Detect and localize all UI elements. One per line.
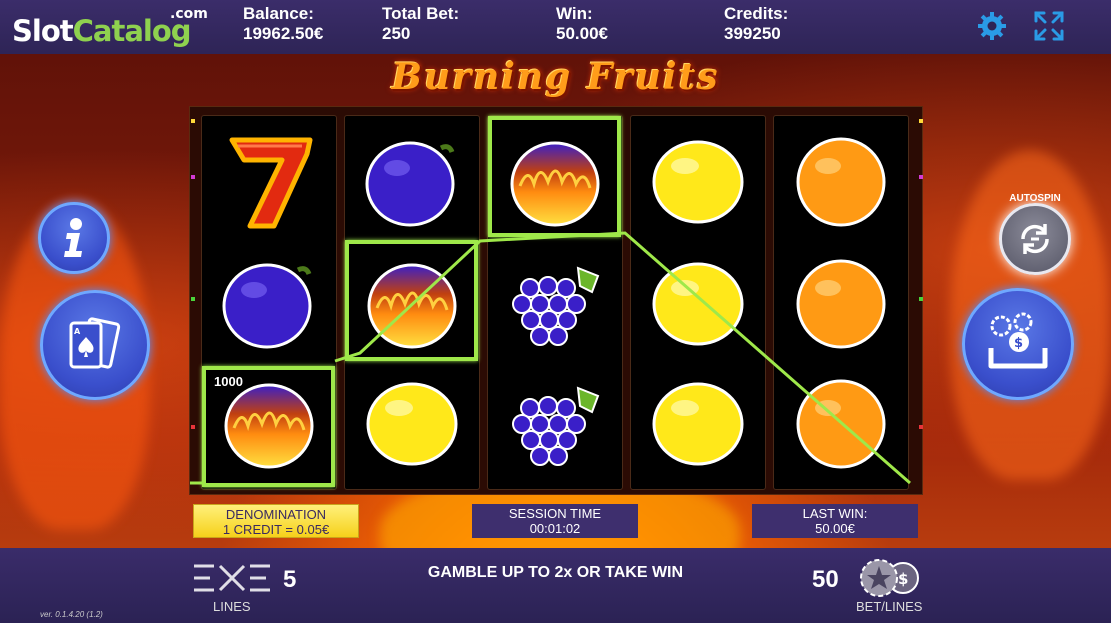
slotcatalog-logo[interactable]: SlotCatalog .com xyxy=(12,6,208,48)
info-icon xyxy=(64,218,82,257)
winning-symbol-highlight xyxy=(488,116,621,237)
credits-stat: Credits: 399250 xyxy=(724,4,788,44)
game-title: Burning Fruits xyxy=(391,56,720,98)
last-win-value: 50.00€ xyxy=(815,521,855,536)
coin-stack-icon: $ xyxy=(988,312,1048,369)
svg-text:$: $ xyxy=(898,570,908,588)
bet-selector[interactable]: $ xyxy=(857,558,923,603)
win-stat: Win: 50.00€ xyxy=(556,4,608,44)
autospin-icon xyxy=(1021,224,1049,254)
autospin-button[interactable] xyxy=(999,203,1071,275)
credits-value: 399250 xyxy=(724,24,781,43)
top-bar: SlotCatalog .com Balance: 19962.50€ Tota… xyxy=(0,0,1111,54)
fullscreen-icon xyxy=(1034,11,1064,41)
bet-per-line-value: 50 xyxy=(812,566,839,593)
winning-symbol-highlight: 1000 xyxy=(202,366,335,487)
line-marker xyxy=(919,297,923,301)
totalbet-value: 250 xyxy=(382,24,411,43)
bottom-bar xyxy=(0,548,1111,623)
balance-value: 19962.50€ xyxy=(243,24,324,43)
denomination-label: DENOMINATION xyxy=(225,507,327,522)
win-label: Win: xyxy=(556,4,593,23)
lines-label: LINES xyxy=(213,599,251,614)
credits-label: Credits: xyxy=(724,4,789,23)
settings-button[interactable] xyxy=(975,9,1009,43)
fullscreen-button[interactable] xyxy=(1032,9,1066,43)
denomination-panel[interactable]: DENOMINATION 1 CREDIT = 0.05€ xyxy=(193,504,359,538)
balance-label: Balance: xyxy=(243,4,314,23)
autospin-label: AUTOSPIN xyxy=(1009,193,1061,204)
bet-per-line-label: BET/LINES xyxy=(856,599,923,614)
svg-text:$: $ xyxy=(1014,336,1023,351)
denomination-value: 1 CREDIT = 0.05€ xyxy=(222,522,330,537)
balance-stat: Balance: 19962.50€ xyxy=(243,4,323,44)
last-win-label: LAST WIN: xyxy=(802,506,868,521)
playing-cards-icon: A xyxy=(69,317,121,369)
logo-suffix: .com xyxy=(170,6,208,22)
gear-icon xyxy=(978,12,1006,40)
line-marker xyxy=(919,425,923,429)
session-time-value: 00:01:02 xyxy=(529,521,581,536)
line-marker xyxy=(919,175,923,179)
paytable-button[interactable]: A xyxy=(40,290,150,400)
line-marker xyxy=(919,119,923,123)
winning-symbol-highlight xyxy=(345,240,478,361)
totalbet-stat: Total Bet: 250 xyxy=(382,4,459,44)
reel-area: 1000 xyxy=(189,106,923,495)
line-marker xyxy=(191,425,195,429)
gamble-message: GAMBLE UP TO 2x OR TAKE WIN xyxy=(427,564,684,581)
win-value: 50.00€ xyxy=(556,24,608,43)
info-button[interactable] xyxy=(38,202,110,274)
line-marker xyxy=(191,175,195,179)
session-time-panel: SESSION TIME 00:01:02 xyxy=(472,504,638,538)
win-amount-tag: 1000 xyxy=(214,374,243,389)
session-time-label: SESSION TIME xyxy=(508,506,602,521)
line-marker xyxy=(191,119,195,123)
totalbet-label: Total Bet: xyxy=(382,4,460,23)
last-win-panel: LAST WIN: 50.00€ xyxy=(752,504,918,538)
chips-icon: $ xyxy=(860,559,919,597)
svg-text:A: A xyxy=(74,327,81,336)
line-marker xyxy=(191,297,195,301)
bet-chips-button[interactable]: $ xyxy=(962,288,1074,400)
version-text: ver. 0.1.4.20 (1.2) xyxy=(40,610,103,619)
logo-part1: Slot xyxy=(12,14,74,48)
